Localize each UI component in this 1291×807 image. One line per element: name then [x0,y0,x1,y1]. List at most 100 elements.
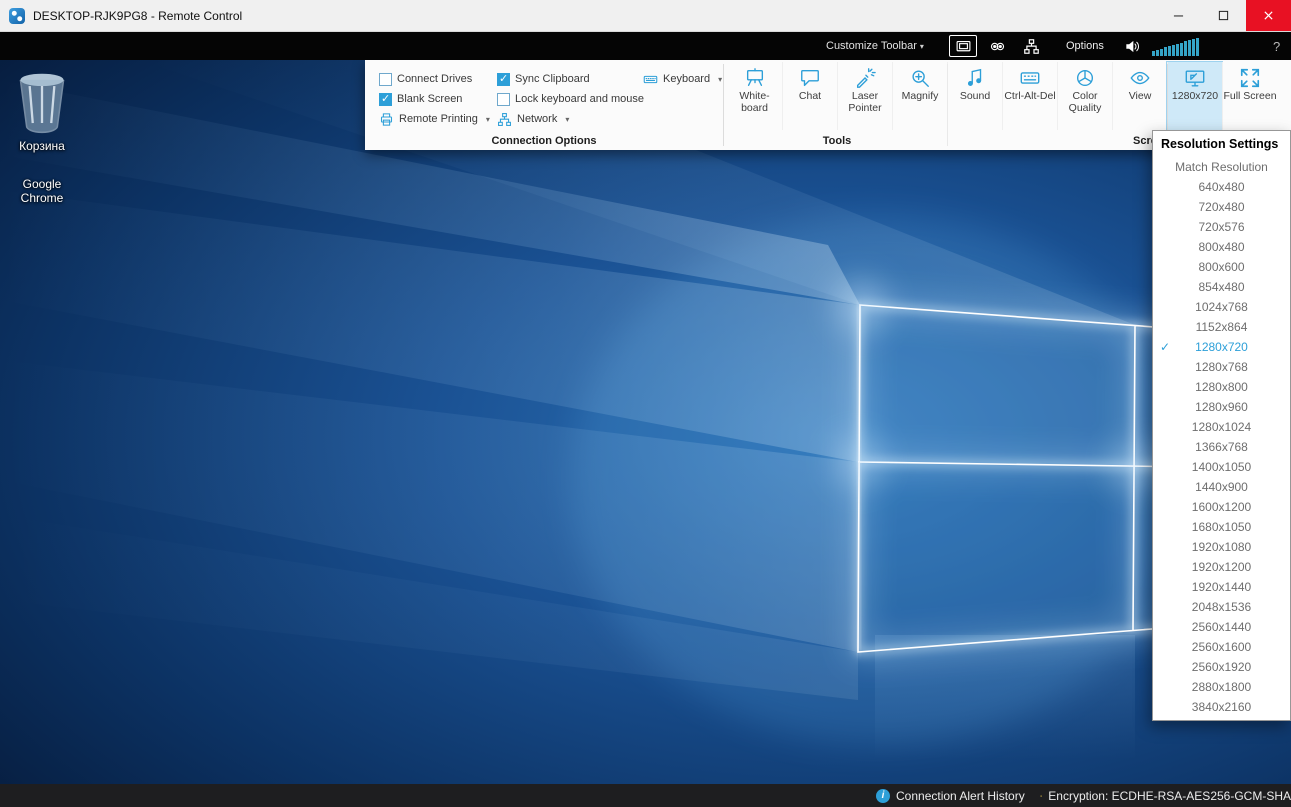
resolution-option-label: 2560x1920 [1191,660,1252,674]
close-button[interactable] [1246,0,1291,31]
resolution-option-2880x1800[interactable]: 2880x1800 [1153,677,1290,697]
lock-icon [1040,789,1042,803]
tool-button-sound[interactable]: Sound [947,62,1002,130]
help-button[interactable]: ? [1273,32,1280,60]
network-dropdown[interactable]: Network ▾ [497,111,569,127]
desktop-icon-google-chrome[interactable]: Google Chrome [5,177,79,206]
resolution-option-label: 1680x1050 [1191,520,1252,534]
connection-alert-history-button[interactable]: i Connection Alert History [876,784,1025,807]
tool-button-ctrl-alt-del[interactable]: Ctrl-Alt-Del [1002,62,1057,130]
tool-button-label: Sound [959,90,991,102]
resolution-option-2560x1440[interactable]: 2560x1440 [1153,617,1290,637]
resolution-option-1920x1200[interactable]: 1920x1200 [1153,557,1290,577]
minimize-button[interactable] [1156,0,1201,31]
ctrl-alt-del-icon [1019,67,1041,89]
tool-button-magnify[interactable]: Magnify [892,62,947,130]
chevron-down-icon: ▾ [485,114,490,124]
resolution-option-label: 1366x768 [1195,440,1248,454]
resolution-option-2048x1536[interactable]: 2048x1536 [1153,597,1290,617]
resolution-option-label: 1920x1200 [1191,560,1252,574]
resolution-option-label: 1400x1050 [1191,460,1252,474]
resolution-option-1280x720[interactable]: ✓ 1280x720 [1153,337,1290,357]
resolution-option-1440x900[interactable]: 1440x900 [1153,477,1290,497]
options-button[interactable]: Options [1066,32,1104,60]
recycle-bin-icon [5,66,79,140]
resolution-option-label: 720x480 [1198,200,1245,214]
chevron-down-icon: ▾ [919,41,924,51]
remote-desktop[interactable]: Корзина Google Chrome Поиск в Windows e [0,60,1291,784]
resolution-option-1280x768[interactable]: 1280x768 [1153,357,1290,377]
check-icon: ✓ [1160,340,1171,354]
tool-button-laser-pointer[interactable]: Laser Pointer [837,62,892,130]
resolution-option-label: 3840x2160 [1191,700,1252,714]
lock-keyboard-mouse-checkbox[interactable]: Lock keyboard and mouse [497,91,644,107]
resolution-option-match-resolution[interactable]: Match Resolution [1153,157,1290,177]
resolution-option-label: 1152x864 [1195,320,1248,334]
resolution-option-800x600[interactable]: 800x600 [1153,257,1290,277]
view-icon [1129,67,1151,89]
options-label: Options [1066,40,1104,52]
resolution-option-1366x768[interactable]: 1366x768 [1153,437,1290,457]
remote-printing-label: Remote Printing [399,113,478,125]
tool-button-white-board[interactable]: White-board [727,62,782,130]
sync-clipboard-checkbox[interactable]: Sync Clipboard [497,71,590,87]
resolution-option-1680x1050[interactable]: 1680x1050 [1153,517,1290,537]
view-only-button[interactable] [983,35,1011,57]
resolution-option-720x480[interactable]: 720x480 [1153,197,1290,217]
blank-screen-checkbox[interactable]: Blank Screen [379,91,462,107]
resolution-option-label: 1600x1200 [1191,500,1252,514]
tool-button-label: Chat [798,90,822,102]
resolution-option-1024x768[interactable]: 1024x768 [1153,297,1290,317]
signal-meter[interactable] [1152,36,1199,56]
network-icon [1023,38,1040,55]
resolution-option-3840x2160[interactable]: 3840x2160 [1153,697,1290,717]
resolution-option-640x480[interactable]: 640x480 [1153,177,1290,197]
wallpaper [0,60,1291,784]
resolution-option-label: 1280x800 [1195,380,1248,394]
full-screen-icon [1239,67,1261,89]
resolution-option-1152x864[interactable]: 1152x864 [1153,317,1290,337]
tool-button-label: Full Screen [1223,90,1277,102]
remote-printing-dropdown[interactable]: Remote Printing ▾ [379,111,490,127]
tool-button-chat[interactable]: Chat [782,62,837,130]
remote-control-window: DESKTOP-RJK9PG8 - Remote Control Customi… [0,0,1291,807]
resolution-option-1280x1024[interactable]: 1280x1024 [1153,417,1290,437]
keyboard-dropdown[interactable]: Keyboard ▾ [643,71,722,87]
resolution-option-1920x1080[interactable]: 1920x1080 [1153,537,1290,557]
resolution-option-2560x1600[interactable]: 2560x1600 [1153,637,1290,657]
tool-button-color-quality[interactable]: Color Quality [1057,62,1112,130]
monitor-frame-icon [955,38,972,55]
tool-button-full-screen[interactable]: Full Screen [1222,62,1277,130]
status-bar: i Connection Alert History Encryption: E… [0,784,1291,807]
tool-button-label: Magnify [901,90,939,102]
network-map-button[interactable] [1017,35,1045,57]
resolution-option-854x480[interactable]: 854x480 [1153,277,1290,297]
connect-drives-checkbox[interactable]: Connect Drives [379,71,472,87]
resolution-option-1280x800[interactable]: 1280x800 [1153,377,1290,397]
title-bar: DESKTOP-RJK9PG8 - Remote Control [0,0,1291,32]
speaker-icon [1124,38,1141,55]
screen-mode-button[interactable] [949,35,977,57]
customize-toolbar-button[interactable]: Customize Toolbar ▾ [826,32,924,60]
resolution-option-1400x1050[interactable]: 1400x1050 [1153,457,1290,477]
view-only-icon [989,38,1006,55]
customize-toolbar-label: Customize Toolbar [826,40,917,52]
group-label-connection-options: Connection Options [491,135,597,147]
volume-button[interactable] [1124,32,1141,60]
resolution-option-2560x1920[interactable]: 2560x1920 [1153,657,1290,677]
tool-button-1280x720[interactable]: 1280x720 [1166,61,1223,131]
maximize-button[interactable] [1201,0,1246,31]
whiteboard-icon [744,67,766,89]
resolution-option-1920x1440[interactable]: 1920x1440 [1153,577,1290,597]
network-icon [497,112,512,127]
checkbox-label: Lock keyboard and mouse [515,93,645,105]
resolution-option-1280x960[interactable]: 1280x960 [1153,397,1290,417]
resolution-option-800x480[interactable]: 800x480 [1153,237,1290,257]
tool-button-view[interactable]: View [1112,62,1167,130]
desktop-icon-recycle-bin[interactable]: Корзина [5,66,79,154]
keyboard-label: Keyboard [663,73,711,85]
resolution-option-1600x1200[interactable]: 1600x1200 [1153,497,1290,517]
resolution-option-label: 2560x1440 [1191,620,1252,634]
resolution-settings-menu: Resolution Settings Match Resolution 640x… [1152,130,1291,721]
resolution-option-720x576[interactable]: 720x576 [1153,217,1290,237]
